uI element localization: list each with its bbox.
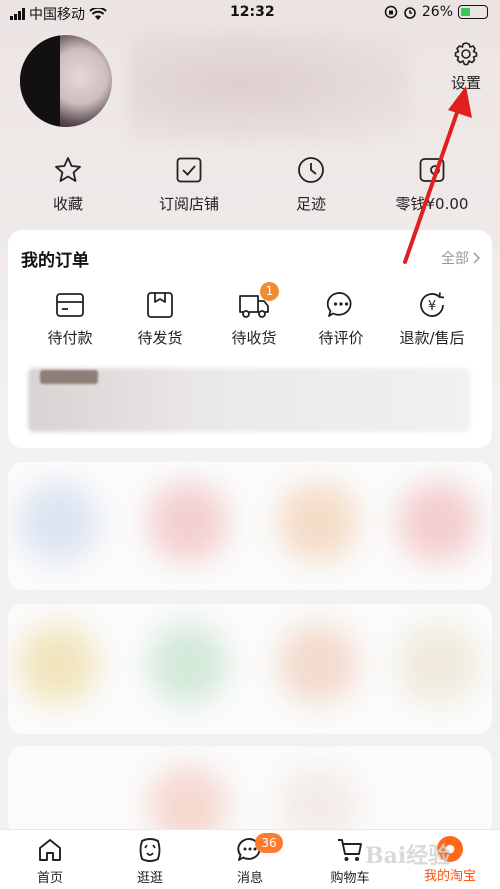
chat-icon bbox=[326, 292, 352, 317]
quick-link-label: 收藏 bbox=[52, 195, 83, 213]
order-status-to-ship[interactable]: 待发货 bbox=[110, 290, 210, 348]
tab-label: 购物车 bbox=[330, 871, 370, 886]
quick-link-subscribed-shops[interactable]: 订阅店铺 bbox=[134, 155, 244, 214]
blurred-user-info bbox=[130, 30, 410, 140]
tab-label: 首页 bbox=[36, 871, 63, 886]
order-status-label: 待发货 bbox=[137, 329, 183, 347]
quick-link-label: 零钱¥0.00 bbox=[395, 195, 469, 213]
order-status-to-review[interactable]: 待评价 bbox=[291, 290, 391, 348]
cart-icon bbox=[338, 839, 362, 861]
tab-browse[interactable]: 逛逛 bbox=[110, 836, 190, 886]
my-orders-title: 我的订单 bbox=[21, 251, 89, 271]
my-taobao-icon: ● bbox=[437, 836, 463, 862]
subscribe-shop-icon bbox=[176, 157, 202, 183]
orientation-lock-icon bbox=[384, 5, 398, 19]
clock-time: 12:32 bbox=[230, 4, 275, 20]
notification-badge: 1 bbox=[260, 282, 279, 301]
tab-home[interactable]: 首页 bbox=[10, 836, 90, 886]
settings-button[interactable]: 设置 bbox=[444, 40, 488, 93]
all-orders-label: 全部 bbox=[441, 251, 469, 267]
clock-icon bbox=[298, 157, 324, 183]
message-count-badge: 36 bbox=[255, 833, 283, 853]
battery-percent: 26% bbox=[421, 4, 453, 20]
blurred-content-card[interactable] bbox=[8, 462, 492, 590]
quick-link-history[interactable]: 足迹 bbox=[256, 155, 366, 214]
chevron-right-icon bbox=[473, 252, 480, 264]
battery-icon bbox=[458, 5, 488, 19]
quick-link-label: 订阅店铺 bbox=[158, 195, 219, 213]
bottom-tab-bar: 首页 逛逛 36 消息 购物车 ● 我的淘宝 bbox=[0, 829, 500, 889]
my-orders-card: 我的订单 全部 待付款 待发货 1 待收货 待评价 ¥ 退款/售后 bbox=[8, 230, 492, 448]
browse-icon bbox=[139, 838, 161, 862]
card-icon bbox=[56, 293, 84, 317]
home-icon bbox=[39, 839, 61, 861]
order-status-pending-payment[interactable]: 待付款 bbox=[20, 290, 120, 348]
svg-text:¥: ¥ bbox=[428, 299, 436, 314]
order-status-label: 退款/售后 bbox=[399, 329, 465, 347]
box-icon bbox=[147, 292, 173, 318]
quick-link-label: 足迹 bbox=[295, 195, 326, 213]
tab-my-taobao[interactable]: ● 我的淘宝 bbox=[410, 836, 490, 884]
order-status-refund[interactable]: ¥ 退款/售后 bbox=[382, 290, 482, 348]
order-status-to-receive[interactable]: 1 待收货 bbox=[204, 282, 304, 348]
quick-link-favorites[interactable]: 收藏 bbox=[13, 155, 123, 214]
order-status-label: 待评价 bbox=[318, 329, 364, 347]
tab-label: 我的淘宝 bbox=[423, 869, 476, 884]
star-icon bbox=[55, 157, 81, 182]
blurred-content-card[interactable] bbox=[8, 604, 492, 734]
quick-link-wallet[interactable]: 零钱¥0.00 bbox=[377, 155, 487, 214]
gear-icon bbox=[454, 42, 478, 66]
status-bar: 中国移动 12:32 26% bbox=[0, 0, 500, 26]
blurred-content-card[interactable] bbox=[8, 746, 492, 836]
signal-icon bbox=[10, 8, 25, 20]
settings-label: 设置 bbox=[450, 74, 481, 92]
avatar[interactable] bbox=[20, 35, 112, 127]
quick-links-row: 收藏 订阅店铺 足迹 零钱¥0.00 bbox=[0, 155, 500, 220]
order-status-label: 待收货 bbox=[231, 329, 277, 347]
alarm-icon bbox=[404, 7, 416, 19]
tab-cart[interactable]: 购物车 bbox=[310, 836, 390, 886]
wifi-icon bbox=[89, 7, 107, 20]
order-status-label: 待付款 bbox=[47, 329, 93, 347]
tab-label: 逛逛 bbox=[136, 871, 163, 886]
refund-icon: ¥ bbox=[420, 292, 445, 317]
tab-messages[interactable]: 36 消息 bbox=[210, 833, 290, 886]
carrier-name: 中国移动 bbox=[29, 7, 85, 23]
tab-label: 消息 bbox=[236, 871, 263, 886]
all-orders-link[interactable]: 全部 bbox=[441, 248, 480, 268]
order-thumbnail bbox=[40, 370, 98, 384]
wallet-icon bbox=[419, 158, 445, 182]
